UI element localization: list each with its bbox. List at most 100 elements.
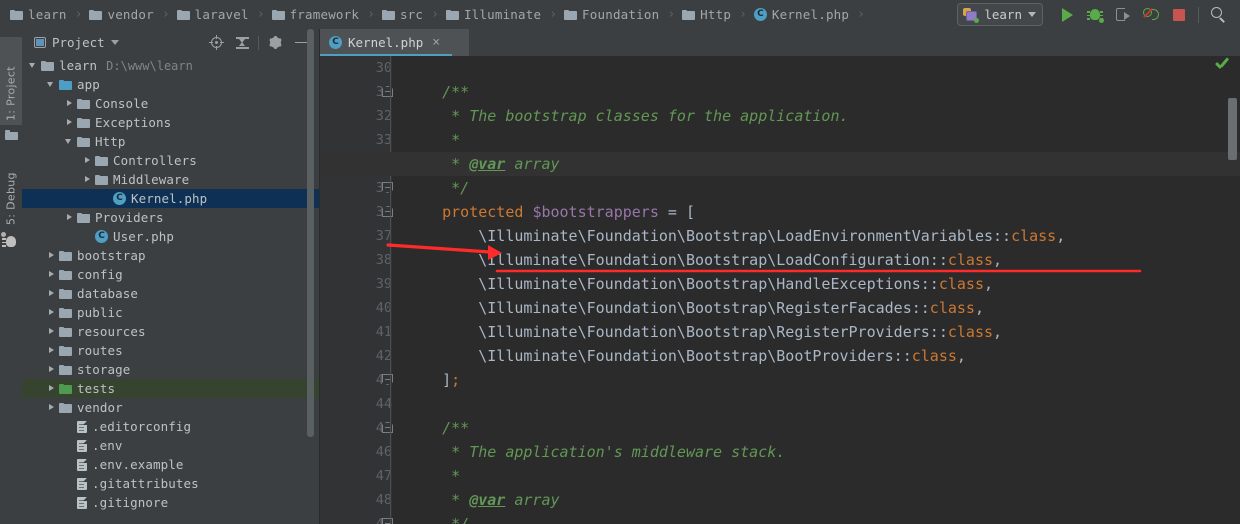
tree-item--env-example[interactable]: .env.example [22,455,320,474]
tree-item-bootstrap[interactable]: bootstrap [22,246,320,265]
tree-item-public[interactable]: public [22,303,320,322]
chevron-right-icon[interactable] [64,117,75,128]
editor-gutter[interactable]: 3031323334353637383940414243444546474849 [320,56,393,524]
code-line-33[interactable]: * [392,128,1240,152]
code-line-41[interactable]: \Illuminate\Foundation\Bootstrap\Registe… [392,320,1240,344]
search-everywhere-button[interactable] [1204,0,1232,29]
sidebar-tab-debug[interactable]: 5: Debug [0,155,22,229]
sidebar-tab-project[interactable]: 1: Project [0,37,22,125]
tree-item--editorconfig[interactable]: .editorconfig [22,417,320,436]
project-tree[interactable]: learn D:\www\learn app Console Exceptions Htt… [22,56,320,524]
code-editor[interactable]: 3031323334353637383940414243444546474849… [320,56,1240,524]
breadcrumb-item-foundation[interactable]: Foundation [562,0,661,29]
code-content[interactable]: /** * The bootstrap classes for the appl… [392,56,1240,524]
tree-item-http[interactable]: Http [22,132,320,151]
chevron-right-icon[interactable] [82,155,93,166]
code-line-43[interactable]: ]; [392,368,1240,392]
code-line-44[interactable] [392,392,1240,416]
code-line-31[interactable]: /** [392,80,1240,104]
settings-button[interactable] [262,29,288,56]
chevron-right-icon[interactable] [46,402,57,413]
code-line-39[interactable]: \Illuminate\Foundation\Bootstrap\HandleE… [392,272,1240,296]
breadcrumb-item-laravel[interactable]: laravel [175,0,251,29]
tree-item-storage[interactable]: storage [22,360,320,379]
chevron-down-icon[interactable] [64,136,75,147]
scroll-from-source-button[interactable] [203,29,229,56]
code-line-36[interactable]: protected $bootstrappers = [ [392,200,1240,224]
tree-item-controllers[interactable]: Controllers [22,151,320,170]
tree-item-exceptions[interactable]: Exceptions [22,113,320,132]
tree-item-vendor[interactable]: vendor [22,398,320,417]
chevron-right-icon[interactable] [82,174,93,185]
chevron-right-icon[interactable] [46,269,57,280]
tree-item-tests[interactable]: tests [22,379,320,398]
chevron-right-icon[interactable] [46,250,57,261]
run-button[interactable] [1053,0,1081,29]
tree-item-console[interactable]: Console [22,94,320,113]
project-tree-scrollbar[interactable] [307,29,314,497]
folder-icon [77,212,90,223]
breadcrumb-item-learn[interactable]: learn [8,0,69,29]
breadcrumb-item-http[interactable]: Http [680,0,733,29]
tree-item-learn[interactable]: learn D:\www\learn [22,56,320,75]
stop-button[interactable] [1165,0,1193,29]
tree-item-database[interactable]: database [22,284,320,303]
chevron-right-icon[interactable] [64,98,75,109]
breadcrumb-item-framework[interactable]: framework [270,0,362,29]
code-token: */ [406,179,470,197]
editor-scrollbar[interactable] [1228,56,1237,524]
collapse-all-button[interactable] [229,29,255,56]
breadcrumb-item-src[interactable]: src [380,0,425,29]
code-line-49[interactable]: */ [392,512,1240,524]
inspection-status-ok-icon[interactable] [1214,57,1229,71]
chevron-down-icon[interactable] [28,60,39,71]
chevron-right-icon[interactable] [46,345,57,356]
breadcrumb-item-illuminate[interactable]: Illuminate [444,0,543,29]
chevron-down-icon[interactable] [46,79,57,90]
tree-item-user-php[interactable]: C User.php [22,227,320,246]
chevron-right-icon[interactable] [64,212,75,223]
code-line-48[interactable]: * @var array [392,488,1240,512]
code-line-47[interactable]: * [392,464,1240,488]
project-panel-title-group[interactable]: Project [22,35,203,50]
editor-tab-kernel-php[interactable]: C Kernel.php × [320,29,469,56]
code-line-35[interactable]: */ [392,176,1240,200]
tree-item-config[interactable]: config [22,265,320,284]
attach-debugger-button[interactable] [1109,0,1137,29]
code-token: \Illuminate\Foundation\Bootstrap\LoadEnv… [406,227,1012,245]
tree-item-kernel-php[interactable]: C Kernel.php [22,189,320,208]
chevron-right-icon[interactable] [46,307,57,318]
code-line-32[interactable]: * The bootstrap classes for the applicat… [392,104,1240,128]
chevron-right-icon[interactable] [46,364,57,375]
code-line-38[interactable]: \Illuminate\Foundation\Bootstrap\LoadCon… [392,248,1240,272]
run-configuration-selector[interactable]: learn [957,3,1043,26]
code-line-45[interactable]: /** [392,416,1240,440]
stop-listening-button[interactable] [1137,0,1165,29]
code-line-42[interactable]: \Illuminate\Foundation\Bootstrap\BootPro… [392,344,1240,368]
code-line-37[interactable]: \Illuminate\Foundation\Bootstrap\LoadEnv… [392,224,1240,248]
tree-item-resources[interactable]: resources [22,322,320,341]
chevron-right-icon[interactable] [46,383,57,394]
close-icon[interactable]: × [429,36,440,49]
chevron-right-icon[interactable] [46,326,57,337]
code-line-46[interactable]: * The application's middleware stack. [392,440,1240,464]
tree-item-middleware[interactable]: Middleware [22,170,320,189]
debug-button[interactable] [1081,0,1109,29]
breadcrumb-item-vendor[interactable]: vendor [87,0,155,29]
tree-item--gitignore[interactable]: .gitignore [22,493,320,512]
scrollbar-thumb[interactable] [307,29,314,437]
scrollbar-thumb[interactable] [1228,98,1237,160]
chevron-down-icon [110,40,119,45]
tree-item--env[interactable]: .env [22,436,320,455]
tree-item-label: .gitignore [92,495,169,510]
tree-item-providers[interactable]: Providers [22,208,320,227]
code-line-34[interactable]: * @var array [392,152,1240,176]
breadcrumb-item-kernel-php[interactable]: C Kernel.php [752,0,851,29]
tree-item-app[interactable]: app [22,75,320,94]
code-line-40[interactable]: \Illuminate\Foundation\Bootstrap\Registe… [392,296,1240,320]
code-line-30[interactable] [392,56,1240,80]
chevron-right-icon[interactable] [46,288,57,299]
tree-item--gitattributes[interactable]: .gitattributes [22,474,320,493]
tree-item-routes[interactable]: routes [22,341,320,360]
